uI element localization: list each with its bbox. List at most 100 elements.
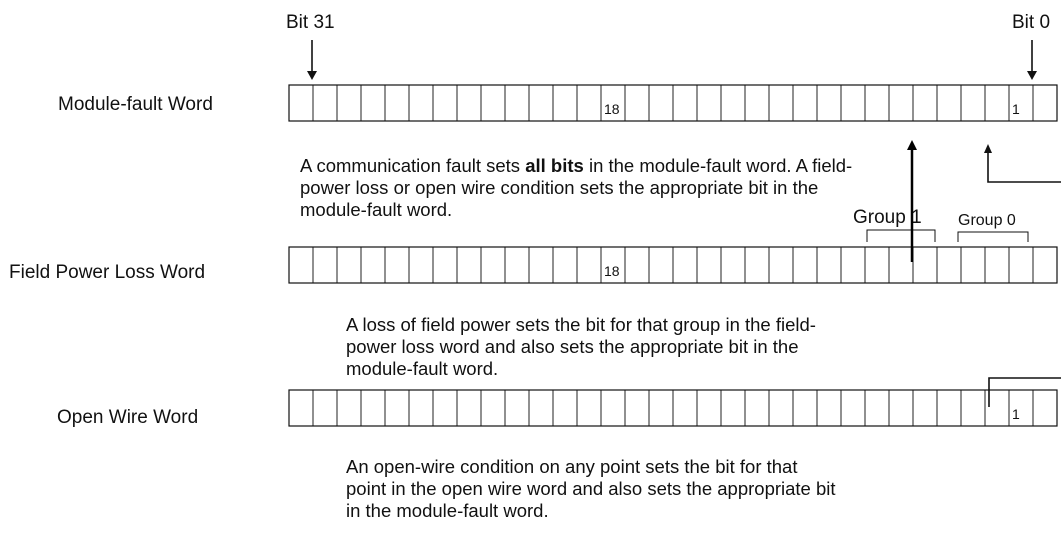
bit-cell-20	[552, 389, 578, 427]
bit-cell-19	[576, 389, 602, 427]
bit-cell-24	[456, 389, 482, 427]
bit-cell-22	[504, 246, 530, 284]
open-wire-word-register: 1	[288, 389, 1058, 427]
bit-cell-29	[336, 84, 362, 122]
bit-1-number: 1	[1012, 101, 1020, 117]
bit-cell-9	[816, 246, 842, 284]
bit-cell-14	[696, 389, 722, 427]
bit-cell-18	[600, 389, 626, 427]
bit-cell-29	[336, 389, 362, 427]
bit-cell-5	[912, 246, 938, 284]
bit-cell-23	[480, 84, 506, 122]
bit-cell-3	[960, 246, 986, 284]
bit-cell-1	[1008, 246, 1034, 284]
bit-cell-23	[480, 246, 506, 284]
bit-cell-27	[384, 84, 410, 122]
bit-cell-27	[384, 389, 410, 427]
field-power-loss-word-register: 18	[288, 246, 1058, 284]
bit-cell-4	[936, 84, 962, 122]
bit-cell-17	[624, 84, 650, 122]
bit-cell-26	[408, 246, 434, 284]
bit-cell-6	[888, 389, 914, 427]
bit-cell-16	[648, 84, 674, 122]
bit-cell-21	[528, 246, 554, 284]
bit-18-number: 18	[604, 263, 620, 279]
bit-cell-12	[744, 246, 770, 284]
bit-cell-0	[1032, 389, 1058, 427]
bit-cell-30	[312, 84, 338, 122]
bit-cell-14	[696, 84, 722, 122]
bit-cell-2	[984, 246, 1010, 284]
bit-cell-26	[408, 389, 434, 427]
bit-cell-7	[864, 246, 890, 284]
bit-cell-9	[816, 84, 842, 122]
bit-cell-31	[288, 246, 314, 284]
bit-cell-2	[984, 84, 1010, 122]
bit-cell-17	[624, 246, 650, 284]
bit-cell-9	[816, 389, 842, 427]
bit-cell-15	[672, 84, 698, 122]
bit-cell-8	[840, 389, 866, 427]
bit-cell-13	[720, 246, 746, 284]
bit-cell-20	[552, 84, 578, 122]
bit-word-diagram: 18 1 18 1 Group 1 Group 0	[288, 40, 1061, 427]
bit-1-number: 1	[1012, 406, 1020, 422]
bit-cell-30	[312, 389, 338, 427]
bit-0-arrow	[1027, 40, 1037, 80]
bit-cell-10	[792, 84, 818, 122]
bit-cell-8	[840, 84, 866, 122]
bit-cell-4	[936, 246, 962, 284]
bit-cell-4	[936, 389, 962, 427]
bit-cell-20	[552, 246, 578, 284]
bit-cell-6	[888, 246, 914, 284]
bit-cell-24	[456, 246, 482, 284]
bit-cell-12	[744, 84, 770, 122]
group-1-bracket: Group 1	[853, 207, 936, 242]
bit-cell-28	[360, 246, 386, 284]
bit-cell-12	[744, 389, 770, 427]
bit-cell-28	[360, 389, 386, 427]
group-0-bracket: Group 0	[957, 212, 1029, 242]
group-0-label: Group 0	[958, 212, 1016, 229]
bit-cell-22	[504, 389, 530, 427]
bit-cell-3	[960, 389, 986, 427]
bit-cell-13	[720, 84, 746, 122]
bit-cell-21	[528, 389, 554, 427]
bit-cell-11	[768, 389, 794, 427]
bit-cell-10	[792, 389, 818, 427]
bit-cell-8	[840, 246, 866, 284]
bit-cell-3	[960, 84, 986, 122]
bit-31-arrow	[307, 40, 317, 80]
bit-cell-10	[792, 246, 818, 284]
bit-cell-6	[888, 84, 914, 122]
bit-cell-25	[432, 84, 458, 122]
bit-cell-24	[456, 84, 482, 122]
bit-cell-28	[360, 84, 386, 122]
bit-cell-0	[1032, 84, 1058, 122]
bit-cell-14	[696, 246, 722, 284]
bit-cell-16	[648, 246, 674, 284]
bit-1-connector-arrow	[984, 144, 1061, 183]
bit-cell-25	[432, 246, 458, 284]
bit-cell-30	[312, 246, 338, 284]
bit-cell-31	[288, 84, 314, 122]
bit-cell-15	[672, 246, 698, 284]
bit-cell-17	[624, 389, 650, 427]
bit-cell-26	[408, 84, 434, 122]
bit-cell-19	[576, 84, 602, 122]
bit-cell-5	[912, 84, 938, 122]
bit-cell-27	[384, 246, 410, 284]
bit-18-connector-arrow	[907, 140, 917, 262]
bit-cell-7	[864, 389, 890, 427]
bit-cell-16	[648, 389, 674, 427]
bit-cell-21	[528, 84, 554, 122]
bit-cell-15	[672, 389, 698, 427]
bit-18-number: 18	[604, 101, 620, 117]
bit-cell-29	[336, 246, 362, 284]
bit-cell-31	[288, 389, 314, 427]
bit-cell-19	[576, 246, 602, 284]
bit-cell-7	[864, 84, 890, 122]
bit-cell-13	[720, 389, 746, 427]
module-fault-word-register: 18 1	[288, 84, 1058, 122]
bit-cell-11	[768, 246, 794, 284]
